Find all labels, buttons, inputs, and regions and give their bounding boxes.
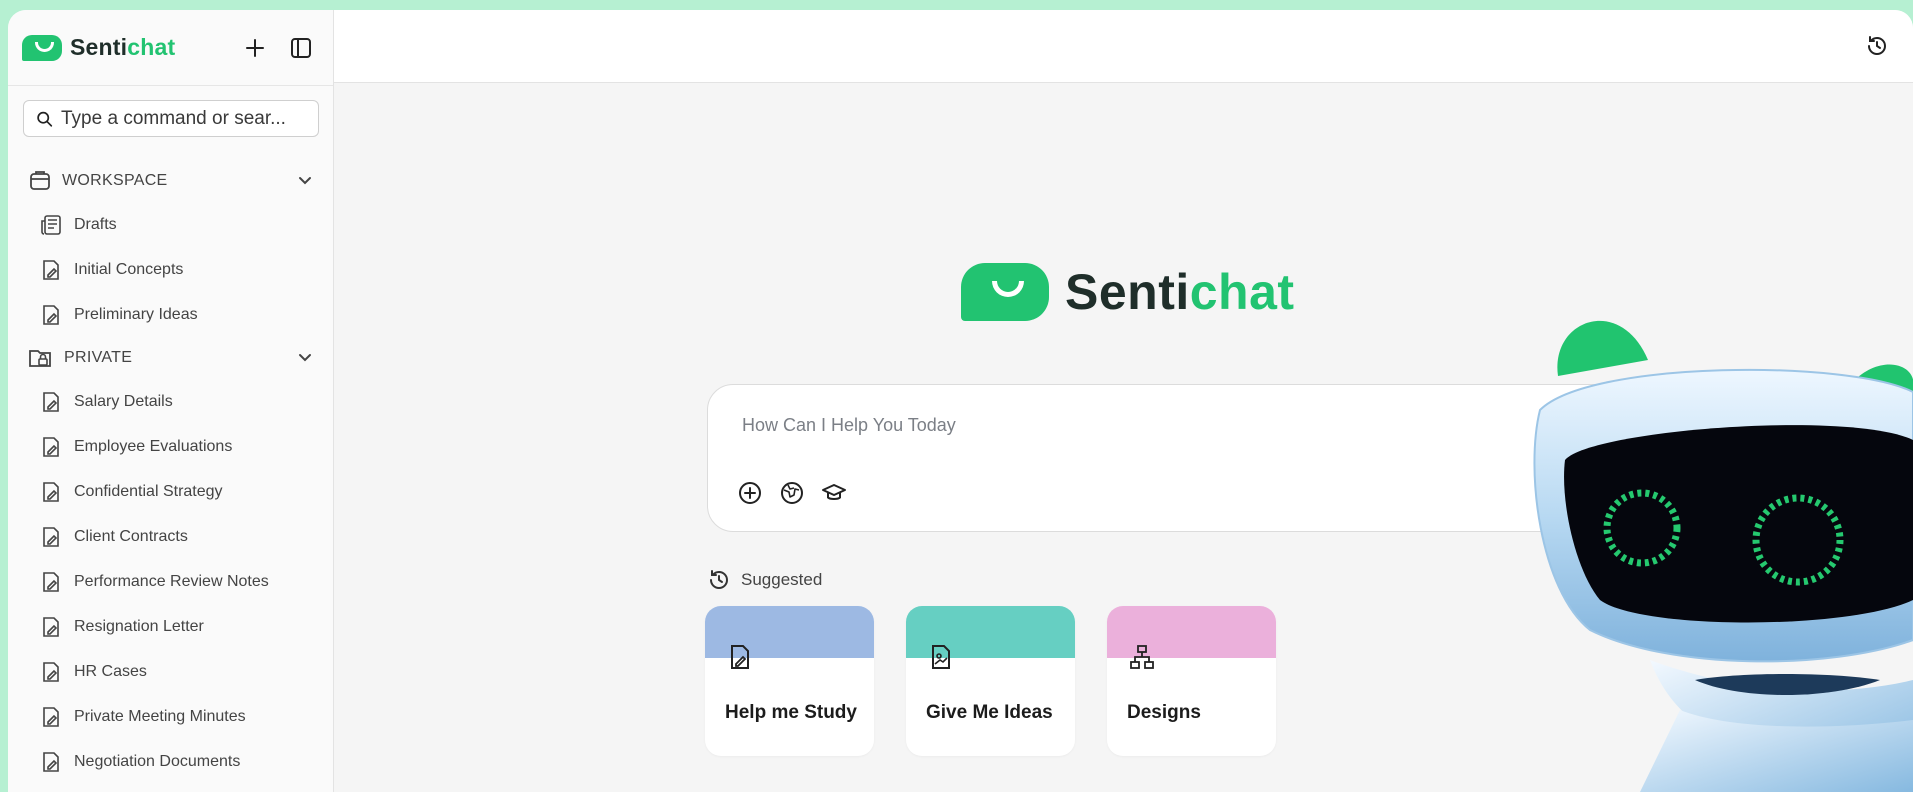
section-private[interactable]: PRIVATE <box>8 337 333 379</box>
attach-button[interactable] <box>734 477 766 509</box>
sidebar-item-hr-cases[interactable]: HR Cases <box>8 649 333 694</box>
sidebar-item-label: Preliminary Ideas <box>74 305 198 323</box>
hierarchy-icon <box>1130 645 1154 669</box>
document-edit-icon <box>38 302 64 328</box>
study-mode-button[interactable] <box>818 477 850 509</box>
sidebar-item-salary-details[interactable]: Salary Details <box>8 379 333 424</box>
document-edit-icon <box>38 659 64 685</box>
sidebar-item-label: HR Cases <box>74 662 147 680</box>
suggested-label: Suggested <box>741 570 823 589</box>
document-edit-icon <box>38 749 64 775</box>
sidebar-item-initial-concepts[interactable]: Initial Concepts <box>8 247 333 292</box>
hero-logo: Sentichat <box>961 263 1295 321</box>
sidebar-item-drafts[interactable]: Drafts <box>8 202 333 247</box>
web-search-button[interactable] <box>776 477 808 509</box>
graduation-cap-icon <box>822 484 846 500</box>
new-chat-button[interactable] <box>239 32 271 64</box>
brand-logo[interactable]: Sentichat <box>22 34 239 61</box>
sidebar-item-negotiation-documents[interactable]: Negotiation Documents <box>8 739 333 784</box>
sidebar-item-client-contracts[interactable]: Client Contracts <box>8 514 333 559</box>
sidebar-item-confidential-strategy[interactable]: Confidential Strategy <box>8 469 333 514</box>
plus-circle-icon <box>739 482 761 504</box>
document-edit-icon <box>38 524 64 550</box>
suggested-header: Suggested <box>707 568 822 592</box>
sidebar-header: Sentichat <box>8 10 333 86</box>
chevron-down-icon <box>299 354 311 362</box>
history-icon <box>710 570 728 589</box>
prompt-tools <box>734 477 850 509</box>
sidebar-item-performance-review-notes[interactable]: Performance Review Notes <box>8 559 333 604</box>
sidebar-item-label: Drafts <box>74 215 117 233</box>
document-edit-icon <box>38 569 64 595</box>
document-edit-icon <box>38 479 64 505</box>
sidebar-item-label: Salary Details <box>74 392 173 410</box>
smile-logo-icon <box>961 263 1049 321</box>
brand-name: Sentichat <box>70 34 176 60</box>
history-icon <box>1868 36 1886 55</box>
card-title: Designs <box>1127 702 1201 723</box>
toggle-sidebar-button[interactable] <box>285 32 317 64</box>
suggestion-cards: Help me Study Give Me Ideas Designs <box>705 606 1276 756</box>
sidebar-item-label: Negotiation Documents <box>74 752 241 770</box>
search-input[interactable] <box>61 107 306 130</box>
suggestion-card-designs[interactable]: Designs <box>1107 606 1276 756</box>
sidebar: Sentichat WORKSPACE Drafts <box>8 10 334 792</box>
globe-icon <box>781 482 803 504</box>
newspaper-icon <box>38 212 64 238</box>
hero-brand-name: Sentichat <box>1065 264 1295 320</box>
section-label: WORKSPACE <box>62 172 168 189</box>
document-edit-icon <box>38 614 64 640</box>
section-workspace[interactable]: WORKSPACE <box>8 160 333 202</box>
image-doc-icon <box>932 645 950 669</box>
document-edit-icon <box>38 434 64 460</box>
command-search[interactable] <box>23 100 319 137</box>
sidebar-item-label: Initial Concepts <box>74 260 184 278</box>
card-title: Help me Study <box>725 702 857 723</box>
search-icon <box>37 111 53 127</box>
history-button[interactable] <box>1861 30 1893 62</box>
document-edit-icon <box>38 389 64 415</box>
edit-doc-icon <box>731 645 749 669</box>
sidebar-item-label: Employee Evaluations <box>74 437 233 455</box>
sidebar-item-private-meeting-minutes[interactable]: Private Meeting Minutes <box>8 694 333 739</box>
sidebar-item-label: Performance Review Notes <box>74 572 269 590</box>
sidebar-item-preliminary-ideas[interactable]: Preliminary Ideas <box>8 292 333 337</box>
top-bar <box>334 10 1913 83</box>
folder-box-icon <box>30 171 50 190</box>
sidebar-item-label: Client Contracts <box>74 527 188 545</box>
section-label: PRIVATE <box>64 349 133 366</box>
smile-logo-icon <box>22 34 62 61</box>
chevron-down-icon <box>299 177 311 185</box>
document-edit-icon <box>38 704 64 730</box>
sidebar-item-resignation-letter[interactable]: Resignation Letter <box>8 604 333 649</box>
suggestion-card-ideas[interactable]: Give Me Ideas <box>906 606 1075 756</box>
sidebar-item-label: Confidential Strategy <box>74 482 223 500</box>
sidebar-item-label: Private Meeting Minutes <box>74 707 246 725</box>
prompt-input[interactable] <box>742 415 1442 436</box>
lock-folder-icon <box>29 350 51 367</box>
suggestion-card-study[interactable]: Help me Study <box>705 606 874 756</box>
sidebar-item-employee-evaluations[interactable]: Employee Evaluations <box>8 424 333 469</box>
sidebar-panel-icon <box>291 37 311 58</box>
sidebar-nav: WORKSPACE Drafts Initial Concepts Prelim… <box>8 160 333 784</box>
plus-icon <box>246 38 264 57</box>
sidebar-item-label: Resignation Letter <box>74 617 204 635</box>
card-title: Give Me Ideas <box>926 702 1053 723</box>
document-edit-icon <box>38 257 64 283</box>
robot-mascot-illustration <box>1533 320 1913 792</box>
